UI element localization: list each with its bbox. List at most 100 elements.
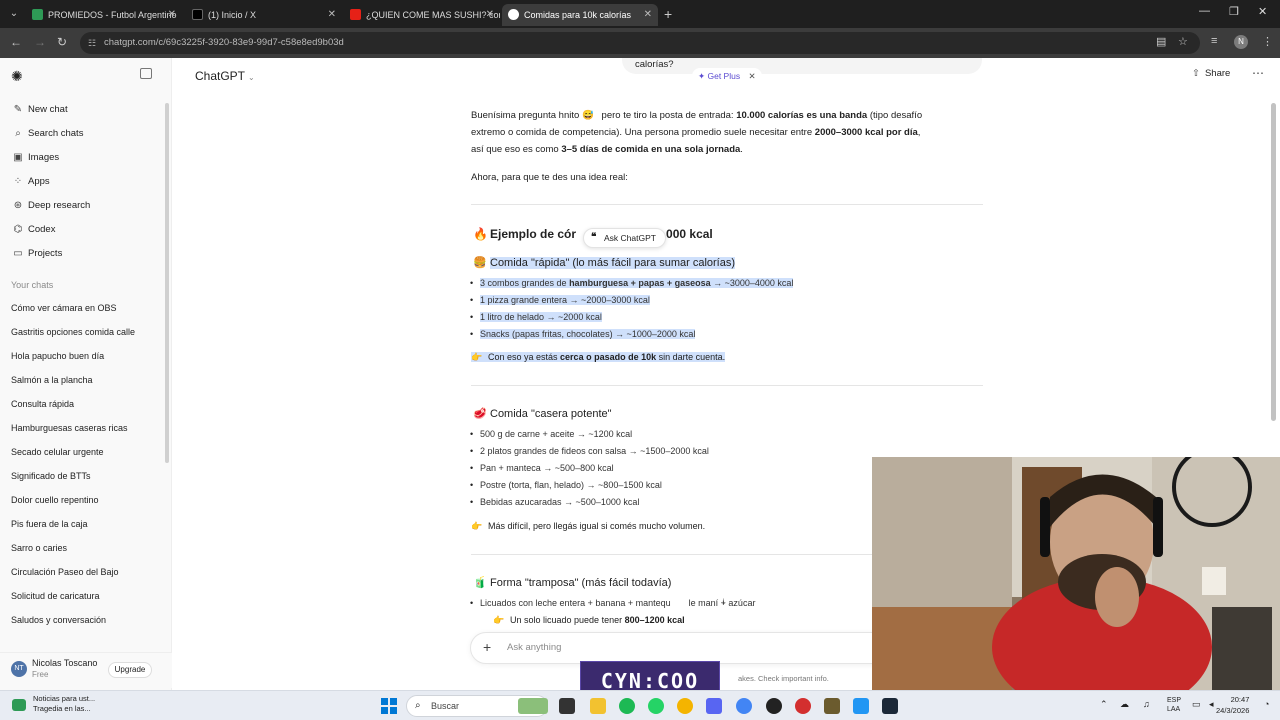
steam-icon[interactable]: [882, 698, 898, 714]
volume-icon[interactable]: ◂: [1209, 699, 1214, 710]
cloud-icon[interactable]: ☁: [1120, 699, 1129, 710]
search-highlight-icon[interactable]: [518, 698, 548, 714]
translate-icon[interactable]: ▤: [1156, 35, 1166, 48]
file-explorer-icon[interactable]: [590, 698, 606, 714]
chat-item[interactable]: Sarro o caries: [11, 543, 67, 553]
close-tab-icon[interactable]: ✕: [328, 4, 336, 26]
message-composer[interactable]: + Ask anything: [470, 632, 900, 664]
get-plus-button[interactable]: ✦ Get Plus ✕: [692, 68, 762, 84]
forward-icon[interactable]: →: [34, 35, 46, 49]
browser-menu-icon[interactable]: ⋮: [1262, 35, 1273, 48]
webcam-feed-image: [872, 457, 1280, 690]
sidebar-item-label: Search chats: [28, 128, 84, 139]
upgrade-button[interactable]: Upgrade: [108, 662, 152, 678]
sidebar-item-new-chat[interactable]: ✎ New chat: [10, 101, 68, 119]
tab-x[interactable]: (1) Inicio / X ✕: [186, 4, 342, 26]
whatsapp-icon[interactable]: [648, 698, 664, 714]
language-code: ESP: [1167, 697, 1182, 704]
highlighted-text: 1 pizza grande entera → ~2000–3000 kcal: [480, 295, 650, 305]
task-view-icon[interactable]: [559, 698, 575, 714]
model-selector[interactable]: ChatGPT ⌄: [195, 69, 255, 83]
sidebar-scrollbar[interactable]: [165, 103, 169, 463]
notifications-icon[interactable]: ◔: [1264, 699, 1269, 709]
spotify-icon[interactable]: [619, 698, 635, 714]
discord-icon[interactable]: [706, 698, 722, 714]
close-tab-icon[interactable]: ✕: [644, 4, 652, 26]
tray-overflow-icon[interactable]: ⌃: [1100, 699, 1108, 710]
microphone-icon[interactable]: ♫: [1143, 699, 1150, 709]
windows-start-icon[interactable]: [381, 698, 397, 714]
get-plus-label: Get Plus: [707, 71, 741, 81]
more-options-icon[interactable]: ⋯: [1252, 66, 1264, 80]
chat-item[interactable]: Cómo ver cámara en OBS: [11, 303, 117, 313]
chatgpt-favicon-icon: [508, 9, 519, 20]
app-icon[interactable]: [824, 698, 840, 714]
sidebar-item-label: Images: [28, 152, 60, 163]
notepad-icon[interactable]: [853, 698, 869, 714]
back-icon[interactable]: ←: [10, 35, 22, 49]
sidebar-item-projects[interactable]: ▭ Projects: [10, 245, 62, 263]
attach-plus-icon[interactable]: +: [483, 639, 491, 655]
sidebar-item-label: New chat: [28, 104, 68, 115]
reload-icon[interactable]: ↻: [57, 35, 67, 49]
chat-scrollbar[interactable]: [1271, 103, 1276, 421]
chat-item[interactable]: Dolor cuello repentino: [11, 495, 99, 505]
profile-avatar[interactable]: N: [1234, 35, 1248, 49]
browser-address-bar: ← → ↻ ☷ chatgpt.com/c/69c3225f-3920-83e9…: [0, 28, 1280, 58]
bold-run: hamburguesa + papas + gaseosa: [569, 278, 711, 288]
chat-item[interactable]: Hamburguesas caseras ricas: [11, 423, 128, 433]
chat-item[interactable]: Gastritis opciones comida calle: [11, 327, 135, 337]
chat-item[interactable]: Pis fuera de la caja: [11, 519, 88, 529]
bookmark-star-icon[interactable]: ☆: [1178, 35, 1188, 48]
share-button[interactable]: ⇧ Share: [1192, 68, 1230, 79]
chat-item[interactable]: Consulta rápida: [11, 399, 74, 409]
chat-item[interactable]: Saludos y conversación: [11, 615, 106, 625]
maximize-icon[interactable]: ❐: [1229, 5, 1239, 18]
sidebar-toggle-icon[interactable]: [140, 68, 152, 79]
tab-chatgpt[interactable]: Comidas para 10k calorías ✕: [502, 4, 658, 26]
bold-run: cerca o pasado de 10k: [560, 352, 657, 362]
ask-chatgpt-button[interactable]: ❝ Ask ChatGPT: [583, 228, 666, 248]
url-field[interactable]: ☷ chatgpt.com/c/69c3225f-3920-83e9-99d7-…: [80, 32, 1200, 54]
site-info-icon[interactable]: ☷: [88, 32, 96, 54]
chat-item[interactable]: Secado celular urgente: [11, 447, 104, 457]
new-tab-icon[interactable]: +: [664, 4, 672, 24]
sidebar-item-apps[interactable]: ⁘ Apps: [10, 173, 50, 191]
chat-item[interactable]: Circulación Paseo del Bajo: [11, 567, 119, 577]
minimize-icon[interactable]: —: [1199, 5, 1210, 17]
apps-icon: ⁘: [13, 176, 23, 187]
chrome-active-icon[interactable]: [736, 698, 752, 714]
tab-promiedos[interactable]: PROMIEDOS - Futbol Argentino ✕: [26, 4, 182, 26]
sidebar-item-search-chats[interactable]: ⌕ Search chats: [10, 125, 83, 143]
text-run: Más difícil, pero llegás igual si comés …: [488, 521, 706, 531]
sidebar-item-deep-research[interactable]: ⊛ Deep research: [10, 197, 91, 215]
reading-list-icon[interactable]: ≡: [1211, 35, 1217, 47]
sidebar-item-codex[interactable]: ⌬ Codex: [10, 221, 56, 239]
chat-item[interactable]: Solicitud de caricatura: [11, 591, 100, 601]
language-indicator[interactable]: ESP LAA: [1167, 696, 1181, 714]
meat-emoji-icon: 🥩: [473, 408, 487, 420]
chat-item[interactable]: Salmón a la plancha: [11, 375, 93, 385]
close-tab-icon[interactable]: ✕: [486, 4, 494, 26]
chrome-icon[interactable]: [677, 698, 693, 714]
tab-search-icon[interactable]: ⌄: [6, 6, 22, 22]
news-widget[interactable]: Noticias para ust... Tragedia en las...: [33, 694, 95, 714]
scroll-down-icon[interactable]: ↓: [721, 596, 726, 607]
network-icon[interactable]: ▭: [1192, 699, 1201, 710]
close-tab-icon[interactable]: ✕: [168, 4, 176, 26]
obs-icon[interactable]: [766, 698, 782, 714]
tab-youtube[interactable]: ¿QUIEN COME MAS SUSHI? con ✕: [344, 4, 500, 26]
search-label: Buscar: [431, 701, 460, 711]
sidebar-item-images[interactable]: ▣ Images: [10, 149, 59, 167]
composer-placeholder[interactable]: Ask anything: [507, 642, 561, 653]
openai-logo-icon[interactable]: ✺: [11, 68, 23, 85]
close-window-icon[interactable]: ✕: [1258, 5, 1267, 18]
clock[interactable]: 20:47 24/3/2026: [1216, 694, 1249, 716]
section-title: 🍔 Comida "rápida" (lo más fácil para suma…: [473, 256, 736, 269]
user-menu[interactable]: NT Nicolas Toscano Free Upgrade: [0, 652, 172, 688]
chat-item[interactable]: Hola papucho buen día: [11, 351, 104, 361]
news-widget-icon[interactable]: [12, 699, 26, 711]
close-icon[interactable]: ✕: [748, 71, 755, 81]
chat-item[interactable]: Significado de BTTs: [11, 471, 91, 481]
record-app-icon[interactable]: [795, 698, 811, 714]
